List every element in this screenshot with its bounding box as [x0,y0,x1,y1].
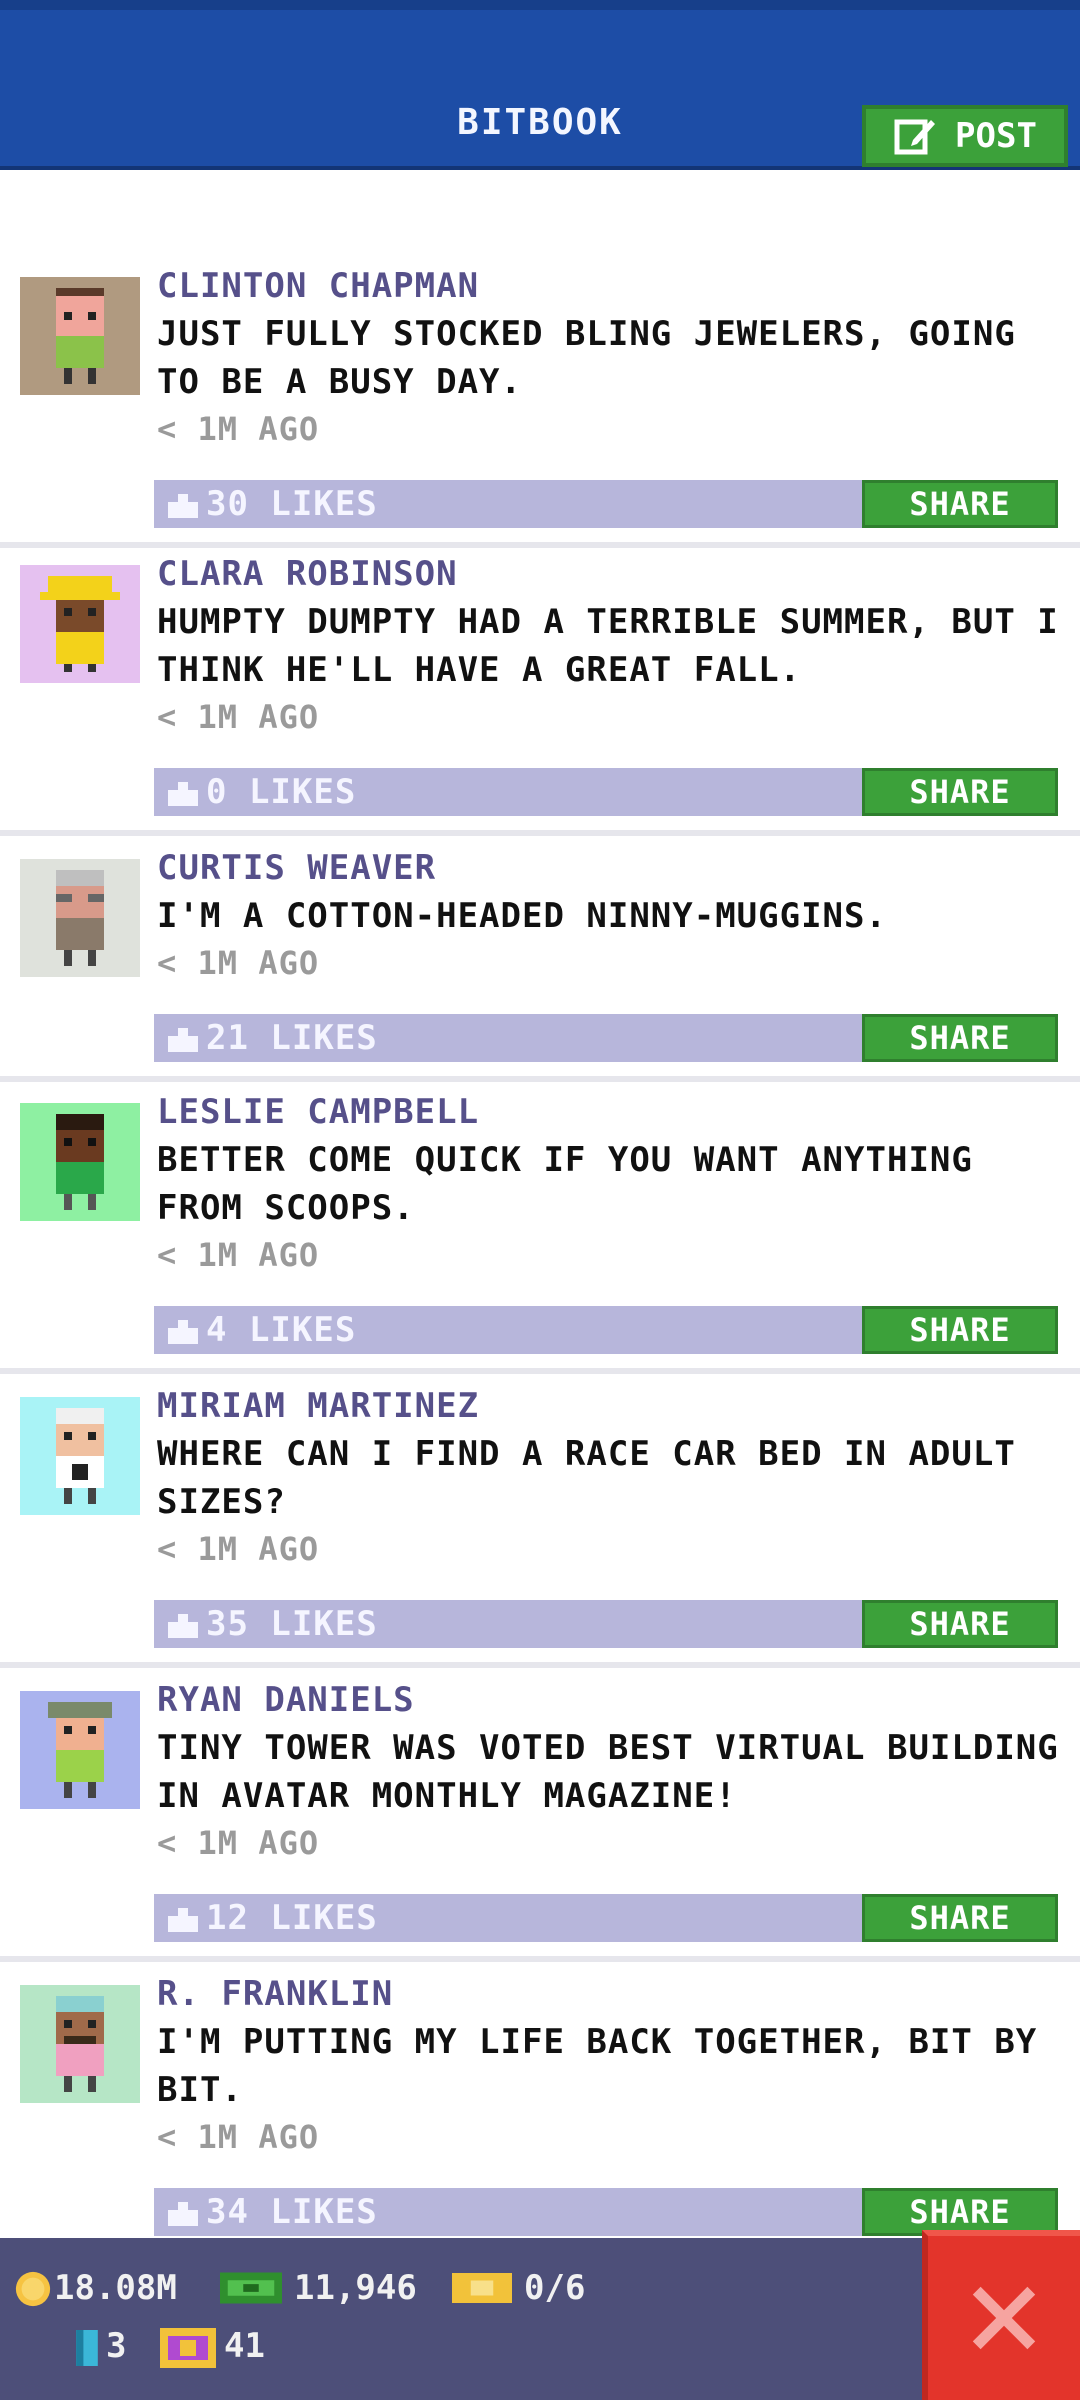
avatar [20,1103,140,1221]
feed-post: MIRIAM MARTINEZ WHERE CAN I FIND A RACE … [0,1380,1080,1674]
likes-count: 30 LIKES [206,484,378,524]
likes-count: 34 LIKES [206,2192,378,2232]
post-text: I'M A COTTON-HEADED NINNY-MUGGINS. [157,896,887,936]
avatar [20,1397,140,1515]
thumb-up-icon [168,2202,198,2226]
post-button[interactable]: POST [862,105,1068,167]
share-button[interactable]: SHARE [862,480,1058,528]
coin-icon [15,2271,51,2307]
avatar [20,277,140,395]
share-button[interactable]: SHARE [862,768,1058,816]
post-author[interactable]: MIRIAM MARTINEZ [157,1386,479,1426]
thumb-up-icon [168,782,198,806]
post-text: I'M PUTTING MY LIFE BACK TOGETHER, BIT B… [157,2022,1038,2110]
share-button[interactable]: SHARE [862,1600,1058,1648]
feed-post: CLINTON CHAPMAN JUST FULLY STOCKED BLING… [0,260,1080,548]
bux-icon [220,2272,282,2304]
person-icon [56,288,104,384]
person-icon [56,1996,104,2092]
person-icon [40,576,120,672]
likes-count: 12 LIKES [206,1898,378,1938]
post-text: WHERE CAN I FIND A RACE CAR BED IN ADULT… [157,1434,1016,1522]
feed-post: LESLIE CAMPBELL BETTER COME QUICK IF YOU… [0,1086,1080,1380]
edit-icon [894,119,936,155]
person-icon [56,870,104,966]
thumb-up-icon [168,1908,198,1932]
divider [0,1368,1080,1374]
thumb-up-icon [168,1320,198,1344]
likes-count: 0 LIKES [206,772,357,812]
share-button[interactable]: SHARE [862,1894,1058,1942]
close-icon [972,2286,1036,2350]
key-icon [76,2330,98,2366]
divider [0,830,1080,836]
coins-count: 18.08M [54,2268,177,2308]
person-icon [56,1114,104,1210]
bux-count: 11,946 [294,2268,417,2308]
top-bar: BITBOOK POST [0,0,1080,170]
person-icon [56,1408,104,1504]
avatar [20,859,140,977]
feed-post: R. FRANKLIN I'M PUTTING MY LIFE BACK TOG… [0,1968,1080,2268]
post-time: < 1M AGO [157,1824,320,1862]
post-button-label: POST [955,116,1037,156]
post-text: HUMPTY DUMPTY HAD A TERRIBLE SUMMER, BUT… [157,602,1059,690]
close-button[interactable] [922,2230,1080,2400]
post-time: < 1M AGO [157,2118,320,2156]
post-author[interactable]: CLINTON CHAPMAN [157,266,479,306]
thumb-up-icon [168,494,198,518]
post-author[interactable]: RYAN DANIELS [157,1680,415,1720]
post-author[interactable]: CURTIS WEAVER [157,848,436,888]
share-button[interactable]: SHARE [862,1014,1058,1062]
feed-list: CLINTON CHAPMAN JUST FULLY STOCKED BLING… [0,260,1080,2268]
post-author[interactable]: CLARA ROBINSON [157,554,458,594]
avatar [20,1985,140,2103]
post-author[interactable]: LESLIE CAMPBELL [157,1092,479,1132]
keys-count: 3 [106,2326,127,2366]
feed-post: RYAN DANIELS TINY TOWER WAS VOTED BEST V… [0,1674,1080,1968]
tickets-count: 0/6 [524,2268,586,2308]
person-icon [48,1702,112,1798]
vip-icon [160,2328,216,2368]
post-text: TINY TOWER WAS VOTED BEST VIRTUAL BUILDI… [157,1728,1059,1816]
thumb-up-icon [168,1028,198,1052]
avatar [20,1691,140,1809]
avatar [20,565,140,683]
likes-count: 35 LIKES [206,1604,378,1644]
post-time: < 1M AGO [157,1530,320,1568]
vip-count: 41 [224,2326,265,2366]
feed-post: CLARA ROBINSON HUMPTY DUMPTY HAD A TERRI… [0,548,1080,842]
post-text: BETTER COME QUICK IF YOU WANT ANYTHING F… [157,1140,973,1228]
share-button[interactable]: SHARE [862,1306,1058,1354]
divider [0,1662,1080,1668]
likes-count: 4 LIKES [206,1310,357,1350]
post-author[interactable]: R. FRANKLIN [157,1974,393,2014]
status-bar: 18.08M 11,946 0/6 3 41 [0,2238,1080,2400]
post-time: < 1M AGO [157,410,320,448]
divider [0,1956,1080,1962]
feed-post: CURTIS WEAVER I'M A COTTON-HEADED NINNY-… [0,842,1080,1086]
divider [0,1076,1080,1082]
thumb-up-icon [168,1614,198,1638]
share-button[interactable]: SHARE [862,2188,1058,2236]
post-time: < 1M AGO [157,1236,320,1274]
ticket-icon [452,2273,512,2303]
likes-count: 21 LIKES [206,1018,378,1058]
post-time: < 1M AGO [157,698,320,736]
post-time: < 1M AGO [157,944,320,982]
post-text: JUST FULLY STOCKED BLING JEWELERS, GOING… [157,314,1016,402]
